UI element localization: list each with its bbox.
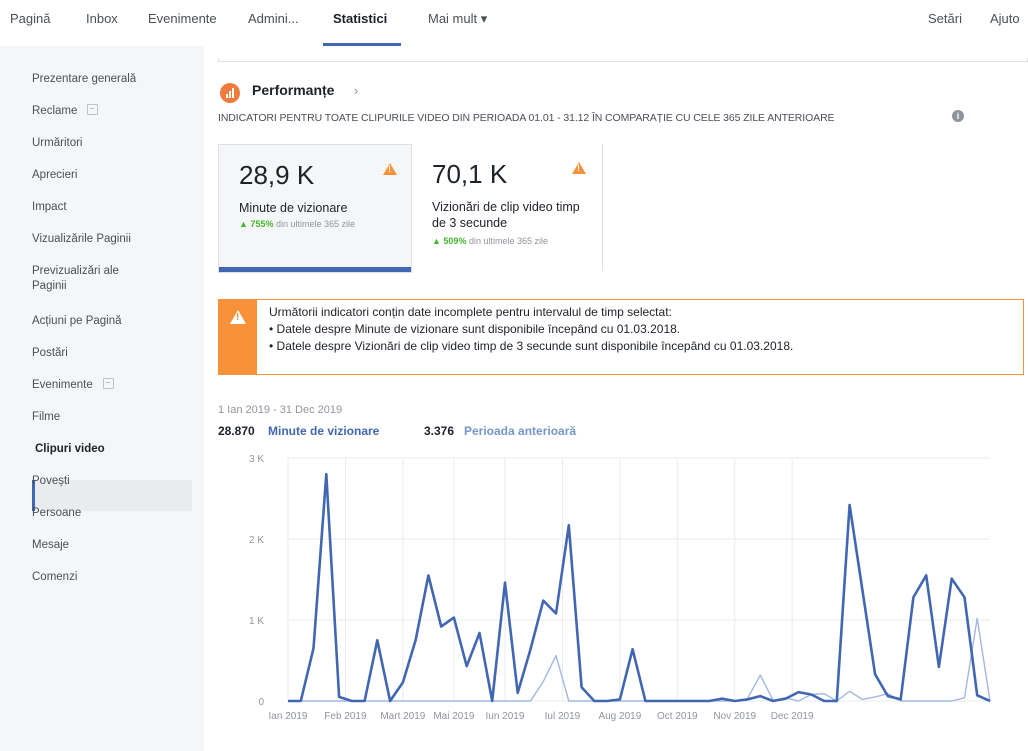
sidebar-item-previzualizari[interactable]: Previzualizări ale Paginii xyxy=(32,264,152,294)
legend-previous[interactable]: Perioada anterioară xyxy=(464,424,576,438)
sidebar-item-label: Aprecieri xyxy=(32,169,78,181)
sidebar-item-prezentare[interactable]: Prezentare generală xyxy=(32,72,192,87)
x-tick-label: Aug 2019 xyxy=(598,711,641,722)
nav-setari[interactable]: Setări xyxy=(928,11,962,26)
sidebar-item-label: Postări xyxy=(32,347,68,359)
legend-total-current: 28.870 xyxy=(218,424,255,438)
x-tick-label: Mai 2019 xyxy=(433,711,475,722)
external-link-icon xyxy=(102,378,114,389)
metric-delta: ▲ 509% din ultimele 365 zile xyxy=(432,236,548,246)
metric-label: Minute de vizionare xyxy=(239,201,348,215)
nav-mai-mult[interactable]: Mai mult ▾ xyxy=(428,11,487,27)
nav-evenimente[interactable]: Evenimente xyxy=(148,11,217,26)
sidebar-item-persoane[interactable]: Persoane xyxy=(32,506,192,521)
sidebar-item-label: Acțiuni pe Pagină xyxy=(32,315,122,327)
sidebar-item-label: Previzualizări ale Paginii xyxy=(32,265,119,292)
x-tick-label: Iun 2019 xyxy=(486,711,525,722)
section-title[interactable]: Performanțe xyxy=(252,82,334,98)
chart-date-range: 1 Ian 2019 - 31 Dec 2019 xyxy=(218,404,343,416)
sidebar-item-urmaritori[interactable]: Urmăritori xyxy=(32,136,192,151)
warning-icon: ! xyxy=(230,310,246,324)
x-tick-label: Dec 2019 xyxy=(771,711,814,722)
sidebar-item-actiuni[interactable]: Acțiuni pe Pagină xyxy=(32,314,192,329)
section-subtitle: INDICATORI PENTRU TOATE CLIPURILE VIDEO … xyxy=(218,112,835,124)
metric-label: Vizionări de clip video timp de 3 secund… xyxy=(432,200,580,230)
nav-admin[interactable]: Admini... xyxy=(248,11,299,26)
sidebar-item-label: Vizualizările Paginii xyxy=(32,233,131,245)
main-content: Performanțe › INDICATORI PENTRU TOATE CL… xyxy=(204,46,1028,751)
metric-delta: ▲ 755% din ultimele 365 zile xyxy=(239,219,355,229)
metric-value: 70,1 K xyxy=(432,159,508,189)
sidebar-item-label: Mesaje xyxy=(32,539,70,551)
sidebar-item-vizualizari[interactable]: Vizualizările Paginii xyxy=(32,232,192,247)
sidebar-item-reclame[interactable]: Reclame xyxy=(32,104,192,119)
sidebar: Prezentare generală Reclame Urmăritori A… xyxy=(0,46,204,751)
sidebar-item-label: Filme xyxy=(32,411,61,423)
x-tick-label: Oct 2019 xyxy=(657,711,698,722)
x-tick-label: Nov 2019 xyxy=(713,711,756,722)
sidebar-item-povesti[interactable]: Povești xyxy=(32,474,192,489)
warning-line: • Datele despre Vizionări de clip video … xyxy=(269,339,794,353)
sidebar-item-label: Impact xyxy=(32,201,67,213)
metric-card-minutes[interactable]: 28,9 K ! Minute de vizionare ▲ 755% din … xyxy=(218,144,412,273)
metric-value: 28,9 K xyxy=(239,160,315,190)
sidebar-item-aprecieri[interactable]: Aprecieri xyxy=(32,168,192,183)
info-icon[interactable]: i xyxy=(952,110,964,122)
sidebar-item-clipuri-video[interactable]: Clipuri video xyxy=(35,442,195,457)
series-line-minute-vizionare xyxy=(288,472,991,703)
warning-intro: Următorii indicatori conțin date incompl… xyxy=(269,305,672,319)
x-tick-label: Feb 2019 xyxy=(324,711,367,722)
top-navigation: Pagină Inbox Evenimente Admini... Statis… xyxy=(0,0,1028,46)
metric-card-views[interactable]: 70,1 K ! Vizionări de clip video timp de… xyxy=(412,144,603,271)
sidebar-item-label: Reclame xyxy=(32,105,78,117)
nav-statistici[interactable]: Statistici xyxy=(333,11,387,26)
legend-total-previous: 3.376 xyxy=(424,424,455,438)
nav-pagina[interactable]: Pagină xyxy=(10,11,50,26)
warning-icon: ! xyxy=(572,162,586,174)
y-tick-label: 1 K xyxy=(249,616,264,627)
sidebar-item-mesaje[interactable]: Mesaje xyxy=(32,538,192,553)
y-tick-label: 3 K xyxy=(249,454,264,465)
sidebar-item-label: Comenzi xyxy=(32,571,78,583)
sidebar-item-label: Urmăritori xyxy=(32,137,83,149)
warning-banner-side: ! xyxy=(219,300,257,374)
x-tick-label: Ian 2019 xyxy=(269,711,308,722)
y-tick-label: 0 xyxy=(258,697,264,708)
panel-divider xyxy=(218,58,1028,62)
y-tick-label: 2 K xyxy=(249,535,264,546)
legend-current[interactable]: Minute de vizionare xyxy=(268,424,379,438)
nav-inbox[interactable]: Inbox xyxy=(86,11,118,26)
incomplete-data-warning: ! Următorii indicatori conțin date incom… xyxy=(218,299,1024,375)
warning-line: • Datele despre Minute de vizionare sunt… xyxy=(269,322,681,336)
sidebar-item-evenimente[interactable]: Evenimente xyxy=(32,378,192,393)
chevron-right-icon[interactable]: › xyxy=(354,83,358,98)
sidebar-item-label: Prezentare generală xyxy=(32,73,137,85)
video-minutes-chart: 0 1 K 2 K 3 K Ian 2019 Feb 2019 Mart 2019 Mai 2… xyxy=(249,454,991,722)
sidebar-item-label: Clipuri video xyxy=(35,443,105,455)
sidebar-item-label: Persoane xyxy=(32,507,82,519)
sidebar-item-impact[interactable]: Impact xyxy=(32,200,192,215)
sidebar-item-filme[interactable]: Filme xyxy=(32,410,192,425)
sidebar-item-label: Povești xyxy=(32,475,70,487)
external-link-icon xyxy=(87,104,99,115)
warning-icon: ! xyxy=(383,163,397,175)
x-tick-label: Mart 2019 xyxy=(380,711,425,722)
x-tick-label: Iul 2019 xyxy=(545,711,581,722)
sidebar-item-comenzi[interactable]: Comenzi xyxy=(32,570,192,585)
nav-ajutor[interactable]: Ajuto xyxy=(990,11,1020,26)
selected-card-indicator xyxy=(219,267,411,272)
performance-chart-icon xyxy=(220,83,240,103)
sidebar-item-label: Evenimente xyxy=(32,379,93,391)
sidebar-item-postari[interactable]: Postări xyxy=(32,346,192,361)
